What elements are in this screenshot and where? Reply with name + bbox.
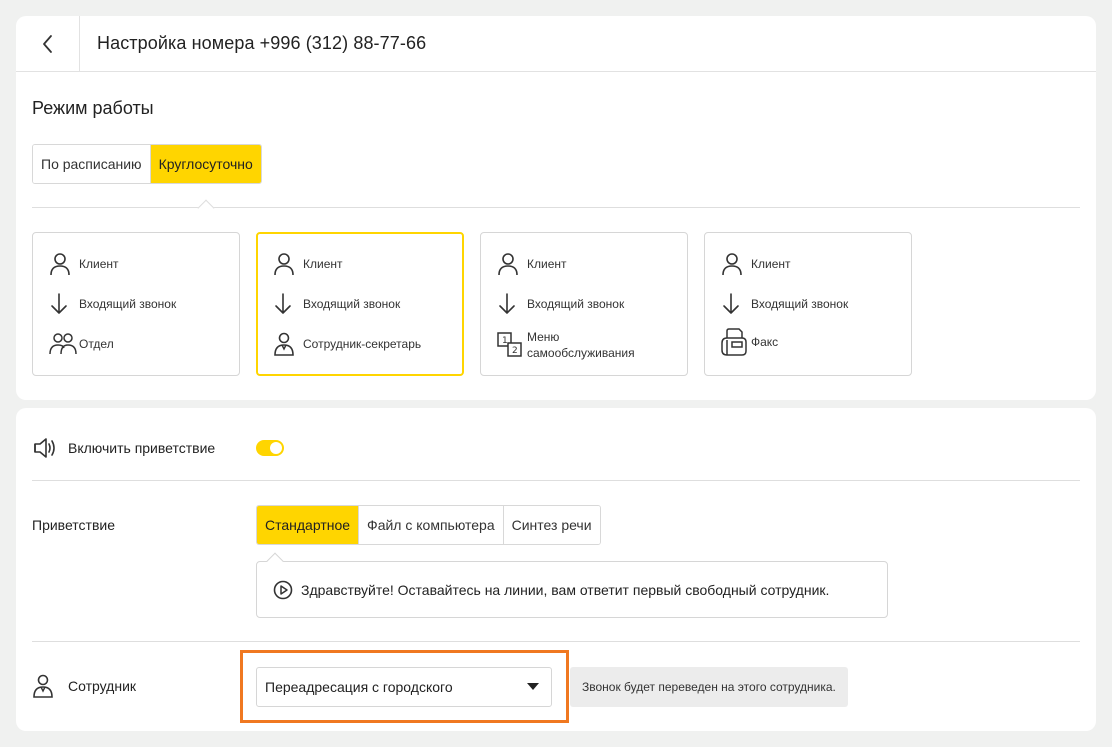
svg-text:2: 2 [512,346,518,356]
person-icon [498,253,518,276]
speaker-icon [34,438,55,458]
page-title: Настройка номера +996 (312) 88-77-66 [97,33,427,53]
greeting-toggle[interactable] [256,440,284,456]
scheme-card-fax[interactable]: Клиент Входящий звонок Факс [704,232,912,376]
scheme-row: Клиент [497,251,567,277]
scheme-row-label: Входящий звонок [79,297,177,311]
toggle-knob [270,442,282,454]
secretary-icon [33,674,53,698]
greeting-standard-button[interactable]: Стандартное [257,506,359,544]
scheme-card-secretary[interactable]: Клиент Входящий звонок Сотрудник-секрета… [256,232,464,376]
scheme-row-label: Входящий звонок [303,297,401,311]
scheme-row-label: Клиент [751,257,791,271]
greeting-label: Приветствие [32,517,115,533]
scheme-row-label: Факс [751,335,779,349]
divider [32,480,1080,481]
employee-row: Сотрудник [32,674,136,698]
divider-pointer [197,199,215,217]
employee-hint: Звонок будет переведен на этого сотрудни… [570,667,848,707]
scheme-row: Клиент [273,251,343,277]
scheme-row-label: Сотрудник-секретарь [303,337,422,351]
scheme-card-ivr[interactable]: Клиент Входящий звонок 12 Меню самообслу… [480,232,688,376]
greeting-tts-button[interactable]: Синтез речи [502,506,600,544]
employee-label: Сотрудник [68,678,137,694]
svg-text:1: 1 [502,336,508,346]
scheme-row-label: Клиент [79,257,119,271]
scheme-row: Клиент [49,251,119,277]
scheme-row: Входящий звонок [721,291,848,317]
scheme-row-label: Входящий звонок [751,297,849,311]
divider [32,641,1080,642]
scheme-row: Факс [721,328,779,356]
fax-icon [721,328,747,356]
employee-select[interactable]: Переадресация с городского [256,667,552,707]
work-mode-title: Режим работы [32,98,154,118]
scheme-row: Отдел [49,331,114,357]
play-button[interactable] [273,580,293,600]
arrow-down-icon [51,293,67,314]
arrow-down-icon [275,293,291,314]
message-pointer [266,552,284,570]
arrow-down-icon [499,293,515,314]
greeting-file-button[interactable]: Файл с компьютера [358,506,503,544]
employee-select-value: Переадресация с городского [265,679,453,695]
greeting-type-switch: Стандартное Файл с компьютера Синтез реч… [256,505,601,545]
back-button[interactable] [16,16,80,72]
scheme-row: Входящий звонок [273,291,400,317]
scheme-row: Входящий звонок [497,291,624,317]
page-header: Настройка номера +996 (312) 88-77-66 [16,16,1096,72]
work-mode-switch: По расписанию Круглосуточно [32,144,262,184]
scheme-row: Входящий звонок [49,291,176,317]
scheme-row-label: Клиент [527,257,567,271]
greeting-message-box: Здравствуйте! Оставайтесь на линии, вам … [256,552,888,618]
scheme-row-label: Входящий звонок [527,297,625,311]
play-circle-icon [273,580,293,599]
secretary-icon [274,332,294,356]
person-icon [722,253,742,276]
person-icon [274,253,294,276]
arrow-down-icon [723,293,739,314]
divider [32,207,1080,208]
greeting-card: Включить приветствие Приветствие Стандар… [16,408,1096,731]
greeting-toggle-label: Включить приветствие [68,440,216,456]
greeting-toggle-row: Включить приветствие [32,436,215,460]
scheme-row-label: Клиент [303,257,343,271]
chevron-left-icon [42,35,52,53]
person-icon [50,253,70,276]
number-settings-card: Настройка номера +996 (312) 88-77-66 Реж… [16,16,1096,400]
scheme-row-label: Меню самообслуживания [527,330,635,360]
scheme-row: Сотрудник-секретарь [273,331,421,357]
scheme-row-label: Отдел [79,337,114,351]
mode-schedule-button[interactable]: По расписанию [33,145,150,183]
ivr-menu-icon: 12 [497,332,522,357]
scheme-row: Клиент [721,251,791,277]
caret-down-icon [527,683,539,690]
mode-24h-button[interactable]: Круглосуточно [149,145,261,183]
group-icon [49,333,77,355]
scheme-card-department[interactable]: Клиент Входящий звонок Отдел [32,232,240,376]
greeting-message-text: Здравствуйте! Оставайтесь на линии, вам … [301,581,830,598]
scheme-row: 12 Меню самообслуживания [497,329,647,361]
